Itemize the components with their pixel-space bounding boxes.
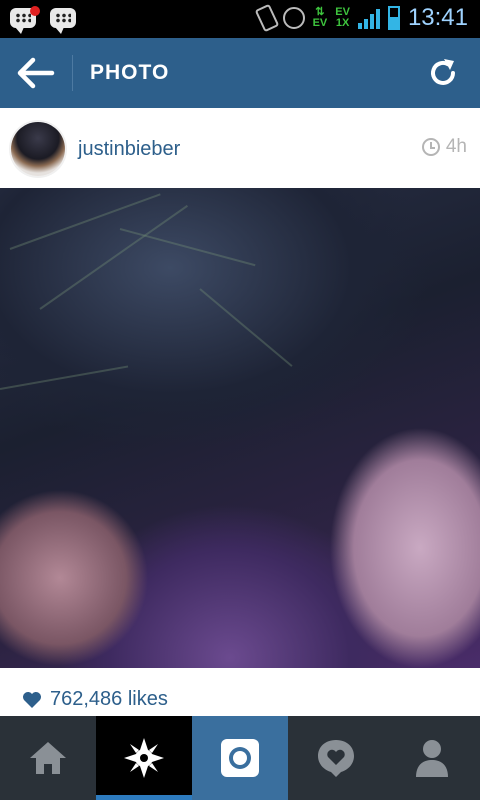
app-bar: PHOTO [0,38,480,108]
signal-icon [357,7,380,29]
post-header: justinbieber 4h [0,108,480,189]
arrow-left-icon[interactable] [16,54,56,92]
bbm-icon [50,6,80,34]
page-title: PHOTO [90,61,170,84]
tab-camera[interactable] [192,716,288,800]
profile-icon [416,740,448,777]
clock-icon [421,138,440,156]
status-time: 13:41 [407,4,468,31]
status-bar: ⇅ EV EV 1X 13:41 [0,0,480,38]
battery-icon [387,6,400,30]
alarm-icon [282,7,305,29]
likes-count[interactable]: 762,486 likes [50,688,168,711]
refresh-icon[interactable] [426,56,460,90]
time-ago-label: 4h [445,136,467,157]
tab-home[interactable] [0,716,96,800]
post-photo[interactable] [0,188,480,668]
home-icon [30,742,66,774]
data-ev-icon: ⇅ EV [312,6,328,29]
camera-icon [221,739,259,777]
avatar[interactable] [11,122,65,176]
tab-profile[interactable] [384,716,480,800]
heart-icon [23,691,41,708]
username-link[interactable]: justinbieber [78,138,180,161]
explore-icon [124,738,164,778]
signal-ev-icon: EV 1X [335,6,350,29]
bottom-nav [0,716,480,800]
tab-activity[interactable] [288,716,384,800]
tab-explore[interactable] [96,716,192,800]
likes-row[interactable]: 762,486 likes [22,688,168,711]
post-time: 4h [421,136,467,158]
bbm-notification-icon [10,6,40,34]
app-bar-divider [72,55,73,91]
vibrate-icon [254,3,279,33]
activity-heart-icon [318,740,354,777]
